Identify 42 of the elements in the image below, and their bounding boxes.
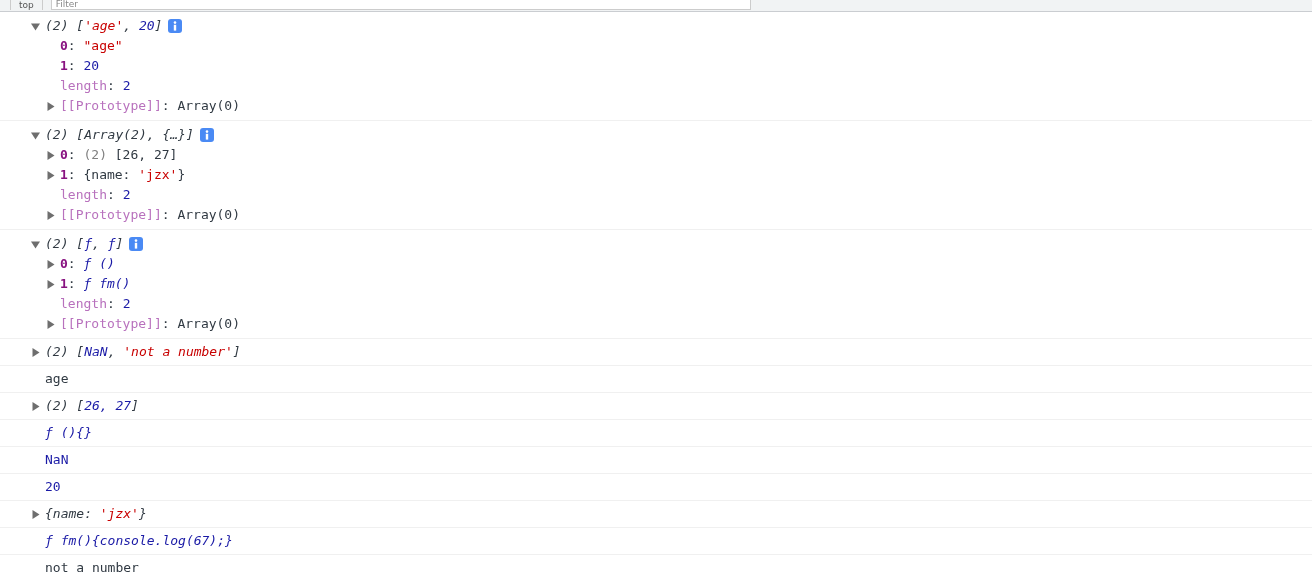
collapsed-arrow-icon[interactable] bbox=[46, 210, 55, 220]
collapsed-arrow-icon[interactable] bbox=[46, 319, 55, 329]
console-text: length: 2 bbox=[60, 186, 131, 204]
console-text: 1: {name: 'jzx'} bbox=[60, 166, 186, 184]
console-text: NaN bbox=[45, 451, 69, 469]
console-text: 0: ƒ () bbox=[60, 255, 115, 273]
collapsed-arrow-icon[interactable] bbox=[46, 150, 55, 160]
console-text: age bbox=[45, 370, 69, 388]
console-text: not a number bbox=[45, 559, 139, 574]
console-text: 1: ƒ fm() bbox=[60, 275, 131, 293]
console-text: 0: "age" bbox=[60, 37, 123, 55]
console-text: (2) [Array(2), {…}] bbox=[45, 126, 194, 144]
console-text: [[Prototype]]: Array(0) bbox=[60, 206, 241, 224]
console-text: 0: (2) [26, 27] bbox=[60, 146, 178, 164]
console-text: ƒ fm(){console.log(67);} bbox=[45, 532, 233, 550]
collapsed-arrow-icon[interactable] bbox=[46, 259, 55, 269]
console-text: (2) [NaN, 'not a number'] bbox=[45, 343, 241, 361]
console-text: 1: 20 bbox=[60, 57, 100, 75]
expanded-arrow-icon[interactable] bbox=[31, 239, 40, 249]
info-icon[interactable] bbox=[129, 237, 144, 251]
console-text: [[Prototype]]: Array(0) bbox=[60, 97, 241, 115]
context-select[interactable]: top bbox=[10, 0, 43, 10]
console-text: (2) [26, 27] bbox=[45, 397, 139, 415]
filter-field[interactable]: Filter bbox=[50, 0, 751, 10]
console-text: 20 bbox=[45, 478, 61, 496]
info-icon[interactable] bbox=[168, 19, 183, 33]
console-text: (2) ['age', 20] bbox=[45, 17, 163, 35]
expanded-arrow-icon[interactable] bbox=[31, 21, 40, 31]
collapsed-arrow-icon[interactable] bbox=[31, 401, 40, 411]
console-text: length: 2 bbox=[60, 295, 131, 313]
console-text: {name: 'jzx'} bbox=[45, 505, 147, 523]
collapsed-arrow-icon[interactable] bbox=[46, 279, 55, 289]
console-text: [[Prototype]]: Array(0) bbox=[60, 315, 241, 333]
console-text: (2) [ƒ, ƒ] bbox=[45, 235, 124, 253]
collapsed-arrow-icon[interactable] bbox=[46, 101, 55, 111]
collapsed-arrow-icon[interactable] bbox=[31, 509, 40, 519]
collapsed-arrow-icon[interactable] bbox=[46, 170, 55, 180]
console-text: ƒ (){} bbox=[45, 424, 92, 442]
collapsed-arrow-icon[interactable] bbox=[31, 347, 40, 357]
console-text: length: 2 bbox=[60, 77, 131, 95]
info-icon[interactable] bbox=[199, 128, 214, 142]
expanded-arrow-icon[interactable] bbox=[31, 130, 40, 140]
